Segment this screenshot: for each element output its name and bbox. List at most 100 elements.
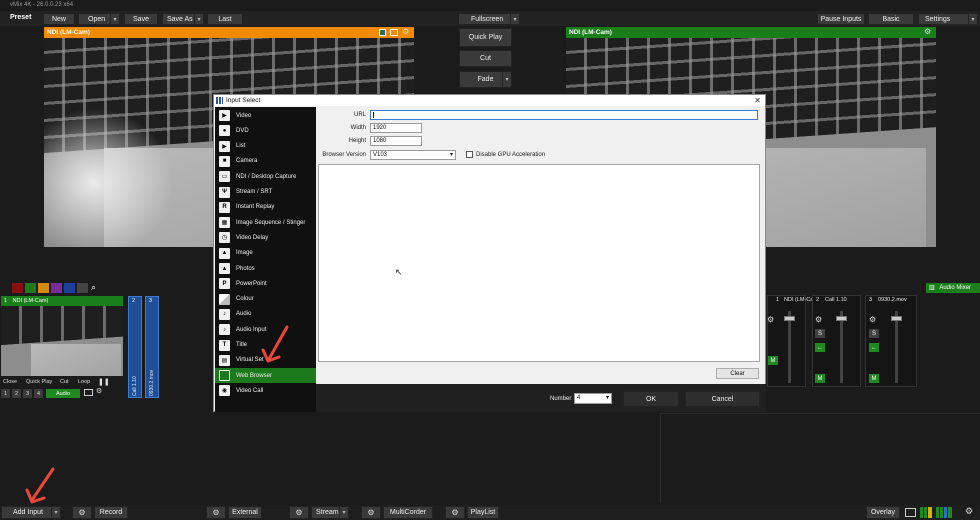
input-type-colour[interactable]: Colour: [215, 292, 316, 307]
stream-button[interactable]: Stream ▾: [311, 506, 349, 519]
preview-settings-gear-icon[interactable]: ⚙: [402, 27, 409, 36]
settings-button[interactable]: Settings ▾: [918, 13, 978, 25]
input-1-cut-button[interactable]: Cut: [60, 379, 69, 385]
input-1-monitor-icon[interactable]: [84, 389, 93, 396]
input-type-audio[interactable]: ♪ Audio: [215, 307, 316, 322]
multicorder-settings-gear-icon[interactable]: ⚙: [361, 506, 381, 519]
output-settings-gear-icon[interactable]: ⚙: [924, 27, 931, 36]
height-input[interactable]: 1080: [370, 136, 422, 146]
fade-button[interactable]: Fade ▾: [459, 71, 512, 88]
multicorder-button[interactable]: MultiCorder: [383, 506, 433, 519]
audio-channel-3-mute-button[interactable]: M: [869, 374, 879, 383]
colour-swatch-red[interactable]: [12, 283, 23, 293]
new-button[interactable]: New: [43, 13, 75, 25]
browser-version-select[interactable]: V103 ▾: [370, 150, 456, 160]
fullscreen-button[interactable]: Fullscreen ▾: [458, 13, 520, 25]
input-type-video-call[interactable]: ◉ Video Call: [215, 383, 316, 398]
input-type-instant-replay[interactable]: R Instant Replay: [215, 200, 316, 215]
audio-channel-2-mute-button[interactable]: M: [815, 374, 825, 383]
audio-channel-3-gear-icon[interactable]: ⚙: [869, 315, 876, 324]
preset-label[interactable]: Preset: [10, 14, 31, 21]
overlay-button[interactable]: Overlay: [866, 506, 900, 519]
external-settings-gear-icon[interactable]: ⚙: [206, 506, 226, 519]
input-type-ndi-desktop-capture[interactable]: ▭ NDI / Desktop Capture: [215, 169, 316, 184]
colour-swatch-green[interactable]: [25, 283, 36, 293]
colour-swatch-orange[interactable]: [38, 283, 49, 293]
stream-dropdown-caret-icon[interactable]: ▾: [339, 507, 348, 518]
input-type-virtual-set[interactable]: ▤ Virtual Set: [215, 353, 316, 368]
cancel-button[interactable]: Cancel: [685, 391, 760, 407]
input-1-audio-button[interactable]: Audio: [46, 389, 80, 398]
input-1-pause-icon[interactable]: ❚❚: [98, 378, 110, 386]
input-1-number-2[interactable]: 2: [12, 389, 21, 398]
pause-inputs-button[interactable]: Pause Inputs: [817, 13, 865, 25]
basic-button[interactable]: Basic: [868, 13, 914, 25]
preview-overlay-icon[interactable]: [390, 29, 398, 36]
audio-channel-3-solo-button[interactable]: S: [869, 329, 879, 338]
input-1-loop-button[interactable]: Loop: [78, 379, 90, 385]
input-type-photos[interactable]: ▲ Photos: [215, 261, 316, 276]
input-type-camera[interactable]: ■ Camera: [215, 154, 316, 169]
dialog-close-icon[interactable]: ✕: [754, 95, 761, 106]
save-as-dropdown-caret-icon[interactable]: ▾: [194, 14, 203, 24]
input-type-web-browser[interactable]: Web Browser: [215, 368, 316, 384]
input-type-stream-srt[interactable]: Ψ Stream / SRT: [215, 185, 316, 200]
audio-channel-2-fader-knob[interactable]: [836, 316, 847, 321]
input-1-thumbnail[interactable]: [1, 306, 123, 376]
input-1-number-4[interactable]: 4: [34, 389, 43, 398]
playlist-button[interactable]: PlayList: [467, 506, 499, 519]
audio-channel-1-gear-icon[interactable]: ⚙: [767, 315, 774, 324]
url-input[interactable]: [370, 110, 758, 120]
layout-icon[interactable]: [905, 508, 916, 517]
audio-channel-1-fader-knob[interactable]: [784, 316, 795, 321]
audio-channel-3-route-arrow-icon[interactable]: ←: [869, 343, 879, 352]
stream-settings-gear-icon[interactable]: ⚙: [289, 506, 309, 519]
open-dropdown-caret-icon[interactable]: ▾: [110, 14, 119, 24]
audio-channel-2-route-arrow-icon[interactable]: ←: [815, 343, 825, 352]
open-button[interactable]: Open ▾: [78, 13, 120, 25]
input-1-header[interactable]: 1 NDI (LM-Cam): [1, 296, 123, 306]
number-select[interactable]: 4 ▾: [574, 393, 612, 404]
bottom-settings-gear-icon[interactable]: ⚙: [965, 506, 973, 517]
colour-swatch-grey[interactable]: [77, 283, 88, 293]
settings-dropdown-caret-icon[interactable]: ▾: [968, 14, 977, 24]
audio-channel-3-fader-knob[interactable]: [891, 316, 902, 321]
input-1-close-button[interactable]: Close: [3, 379, 17, 385]
add-input-button[interactable]: Add Input ▾: [1, 506, 61, 519]
search-icon[interactable]: ⌕: [91, 282, 96, 293]
preview-colour-icon[interactable]: [379, 29, 386, 36]
audio-channel-2-solo-button[interactable]: S: [815, 329, 825, 338]
input-type-image[interactable]: ▲ Image: [215, 246, 316, 261]
audio-channel-1-mute-button[interactable]: M: [768, 356, 778, 365]
input-1-quick-play-button[interactable]: Quick Play: [26, 379, 52, 385]
quick-play-button[interactable]: Quick Play: [459, 28, 512, 47]
playlist-settings-gear-icon[interactable]: ⚙: [445, 506, 465, 519]
input-type-audio-input[interactable]: ♪ Audio Input: [215, 322, 316, 337]
input-type-image-sequence-stinger[interactable]: ▦ Image Sequence / Stinger: [215, 215, 316, 230]
record-button[interactable]: Record: [94, 506, 128, 519]
fade-dropdown-caret-icon[interactable]: ▾: [502, 72, 511, 87]
input-type-powerpoint[interactable]: P PowerPoint: [215, 276, 316, 291]
save-as-button[interactable]: Save As ▾: [162, 13, 204, 25]
fullscreen-dropdown-caret-icon[interactable]: ▾: [510, 14, 519, 24]
audio-mixer-header[interactable]: ▥ Audio Mixer: [926, 283, 980, 293]
clear-button[interactable]: Clear: [716, 368, 759, 379]
cut-button[interactable]: Cut: [459, 50, 512, 67]
input-type-dvd[interactable]: ● DVD: [215, 123, 316, 138]
colour-swatch-blue[interactable]: [64, 283, 75, 293]
add-input-dropdown-caret-icon[interactable]: ▾: [51, 507, 60, 518]
ok-button[interactable]: OK: [623, 391, 679, 407]
input-type-video[interactable]: ▶ Video: [215, 108, 316, 123]
input-1-number-1[interactable]: 1: [1, 389, 10, 398]
input-type-list[interactable]: ▶ List: [215, 139, 316, 154]
input-1-settings-gear-icon[interactable]: ⚙: [96, 387, 102, 395]
external-button[interactable]: External: [228, 506, 262, 519]
colour-swatch-purple[interactable]: [51, 283, 62, 293]
input-1-number-3[interactable]: 3: [23, 389, 32, 398]
save-button[interactable]: Save: [124, 13, 158, 25]
input-type-video-delay[interactable]: ◷ Video Delay: [215, 230, 316, 245]
record-settings-gear-icon[interactable]: ⚙: [72, 506, 92, 519]
disable-gpu-checkbox[interactable]: [466, 151, 473, 158]
last-button[interactable]: Last: [207, 13, 243, 25]
audio-channel-2-gear-icon[interactable]: ⚙: [815, 315, 822, 324]
